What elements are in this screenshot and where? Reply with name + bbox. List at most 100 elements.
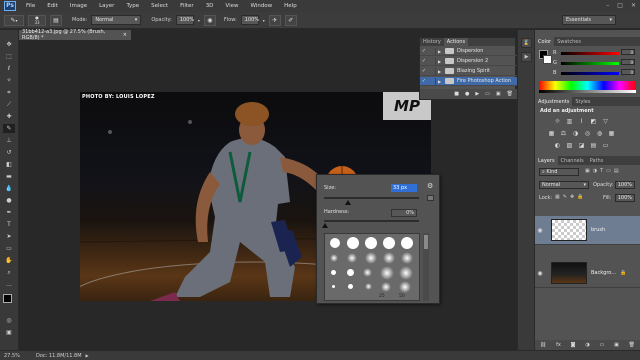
new-set-folder-icon[interactable]: ▭ xyxy=(485,91,490,97)
threshold-icon[interactable]: ◪ xyxy=(577,141,586,149)
blue-channel-slider[interactable] xyxy=(561,72,619,75)
marquee-tool-icon[interactable]: ⬚ xyxy=(3,52,15,61)
tab-swatches[interactable]: Swatches xyxy=(554,37,584,46)
gradient-tool-icon[interactable]: ▬ xyxy=(3,172,15,181)
color-ramp[interactable] xyxy=(539,81,636,90)
menu-view[interactable]: View xyxy=(219,3,244,9)
brush-preset[interactable] xyxy=(381,282,391,292)
chevron-right-icon[interactable]: ▶ xyxy=(438,59,445,64)
tab-paths[interactable]: Paths xyxy=(587,156,607,165)
gradient-map-icon[interactable]: ▭ xyxy=(601,141,610,149)
adjustment-layer-icon[interactable]: ◑ xyxy=(585,342,589,348)
tab-layers[interactable]: Layers xyxy=(535,156,558,165)
menu-edit[interactable]: Edit xyxy=(41,3,64,9)
hardness-slider-track[interactable] xyxy=(324,220,419,222)
blend-mode-select[interactable]: Normal ▾ xyxy=(539,181,589,189)
grayscale-ramp[interactable] xyxy=(539,90,636,93)
type-tool-icon[interactable]: T xyxy=(3,220,15,229)
curves-icon[interactable]: ⌇ xyxy=(577,117,586,125)
brush-preset[interactable] xyxy=(348,284,353,289)
brush-preset[interactable] xyxy=(383,237,395,249)
brush-preset[interactable] xyxy=(365,237,377,249)
tab-actions[interactable]: Actions xyxy=(443,38,469,46)
dialog-toggle[interactable] xyxy=(428,47,436,55)
gear-icon[interactable]: ⚙ xyxy=(427,182,433,190)
menu-filter[interactable]: Filter xyxy=(174,3,200,9)
black-white-icon[interactable]: ◑ xyxy=(571,129,580,137)
adjustment-filter-icon[interactable]: ◑ xyxy=(593,168,597,174)
mode-select[interactable]: Normal ▾ xyxy=(91,15,142,25)
dialog-toggle[interactable] xyxy=(428,67,436,75)
brush-preset[interactable] xyxy=(380,266,394,280)
size-field[interactable]: 33 px xyxy=(391,184,417,192)
eyedropper-tool-icon[interactable]: ⟋ xyxy=(3,100,15,109)
brush-preset[interactable] xyxy=(399,281,411,293)
lock-image-icon[interactable]: ✎ xyxy=(563,194,567,200)
dodge-tool-icon[interactable]: ● xyxy=(3,196,15,205)
vibrance-icon[interactable]: ▽ xyxy=(601,117,610,125)
trash-icon[interactable]: 🗑 xyxy=(507,91,513,97)
layer-row[interactable]: ◉ Backgro... 🔒 xyxy=(535,259,640,288)
blur-tool-icon[interactable]: 💧 xyxy=(3,184,15,193)
size-slider-track[interactable] xyxy=(324,197,419,199)
healing-brush-tool-icon[interactable]: ✚ xyxy=(3,112,15,121)
link-layers-icon[interactable]: ⛓ xyxy=(540,342,546,348)
red-channel-slider[interactable] xyxy=(561,52,619,55)
layer-name[interactable]: Backgro... xyxy=(591,270,616,276)
brush-grid-scrollbar[interactable] xyxy=(423,233,429,301)
lock-transparent-icon[interactable]: ▦ xyxy=(555,194,560,200)
history-panel-icon[interactable]: ⌛ xyxy=(521,38,532,48)
clone-stamp-tool-icon[interactable]: ⊥ xyxy=(3,136,15,145)
posterize-icon[interactable]: ▨ xyxy=(565,141,574,149)
check-icon[interactable]: ✓ xyxy=(420,58,428,64)
move-tool-icon[interactable]: ✥ xyxy=(3,40,15,49)
brush-panel-toggle[interactable]: ▤ xyxy=(50,14,62,26)
green-channel-value[interactable]: 0 xyxy=(621,59,635,65)
image-filter-icon[interactable]: ▣ xyxy=(585,168,590,174)
flow-field[interactable]: 100% xyxy=(240,15,259,25)
chevron-down-icon[interactable]: ▾ xyxy=(263,18,265,23)
blue-channel-value[interactable]: 0 xyxy=(621,69,635,75)
history-brush-tool-icon[interactable]: ↺ xyxy=(3,148,15,157)
lock-all-icon[interactable]: 🔒 xyxy=(577,194,583,200)
chevron-right-icon[interactable]: ▶ xyxy=(438,49,445,54)
opacity-field[interactable]: 100% xyxy=(175,15,194,25)
exposure-icon[interactable]: ◩ xyxy=(589,117,598,125)
hardness-field[interactable]: 0% xyxy=(391,209,417,217)
tab-adjustments[interactable]: Adjustments xyxy=(535,97,573,106)
menu-select[interactable]: Select xyxy=(145,3,174,9)
tool-preset-picker[interactable]: ✎ ▾ xyxy=(4,14,24,26)
brush-preset[interactable] xyxy=(330,254,338,262)
size-slider-thumb[interactable] xyxy=(345,200,351,205)
smart-object-filter-icon[interactable]: ▤ xyxy=(614,168,619,174)
play-icon[interactable]: ▶ xyxy=(475,91,479,97)
close-tab-button[interactable]: × xyxy=(123,32,127,38)
foreground-color-swatch[interactable] xyxy=(3,294,12,303)
selective-color-icon[interactable]: ▤ xyxy=(589,141,598,149)
new-layer-icon[interactable]: ▣ xyxy=(614,342,619,348)
chevron-right-icon[interactable]: ▶ xyxy=(438,79,445,84)
layer-opacity-field[interactable]: 100% xyxy=(615,181,635,189)
dialog-toggle[interactable] xyxy=(428,57,436,65)
zoom-level[interactable]: 27.5% xyxy=(0,353,36,359)
layer-row[interactable]: ◉ brush xyxy=(535,216,640,245)
eraser-tool-icon[interactable]: ◧ xyxy=(3,160,15,169)
action-set-row[interactable]: ✓ ▶ Fire Photoshop Action xyxy=(420,77,517,86)
red-channel-value[interactable]: 0 xyxy=(621,49,635,55)
chevron-right-icon[interactable]: ▶ xyxy=(86,353,89,358)
check-icon[interactable]: ✓ xyxy=(420,78,428,84)
background-color-swatch[interactable] xyxy=(543,55,552,64)
menu-type[interactable]: Type xyxy=(120,3,145,9)
menu-window[interactable]: Window xyxy=(244,3,278,9)
tab-color[interactable]: Color xyxy=(535,37,555,46)
new-preset-icon[interactable] xyxy=(427,195,434,201)
brush-preset[interactable] xyxy=(399,266,413,280)
check-icon[interactable]: ✓ xyxy=(420,48,428,54)
trash-icon[interactable]: 🗑 xyxy=(629,342,635,348)
quick-select-tool-icon[interactable]: ✧ xyxy=(3,76,15,85)
brush-preset[interactable] xyxy=(401,252,413,264)
menu-help[interactable]: Help xyxy=(278,3,303,9)
new-action-icon[interactable]: ▣ xyxy=(496,91,501,97)
action-set-row[interactable]: ✓ ▶ Blazing Spirit xyxy=(420,67,517,76)
menu-file[interactable]: File xyxy=(20,3,41,9)
